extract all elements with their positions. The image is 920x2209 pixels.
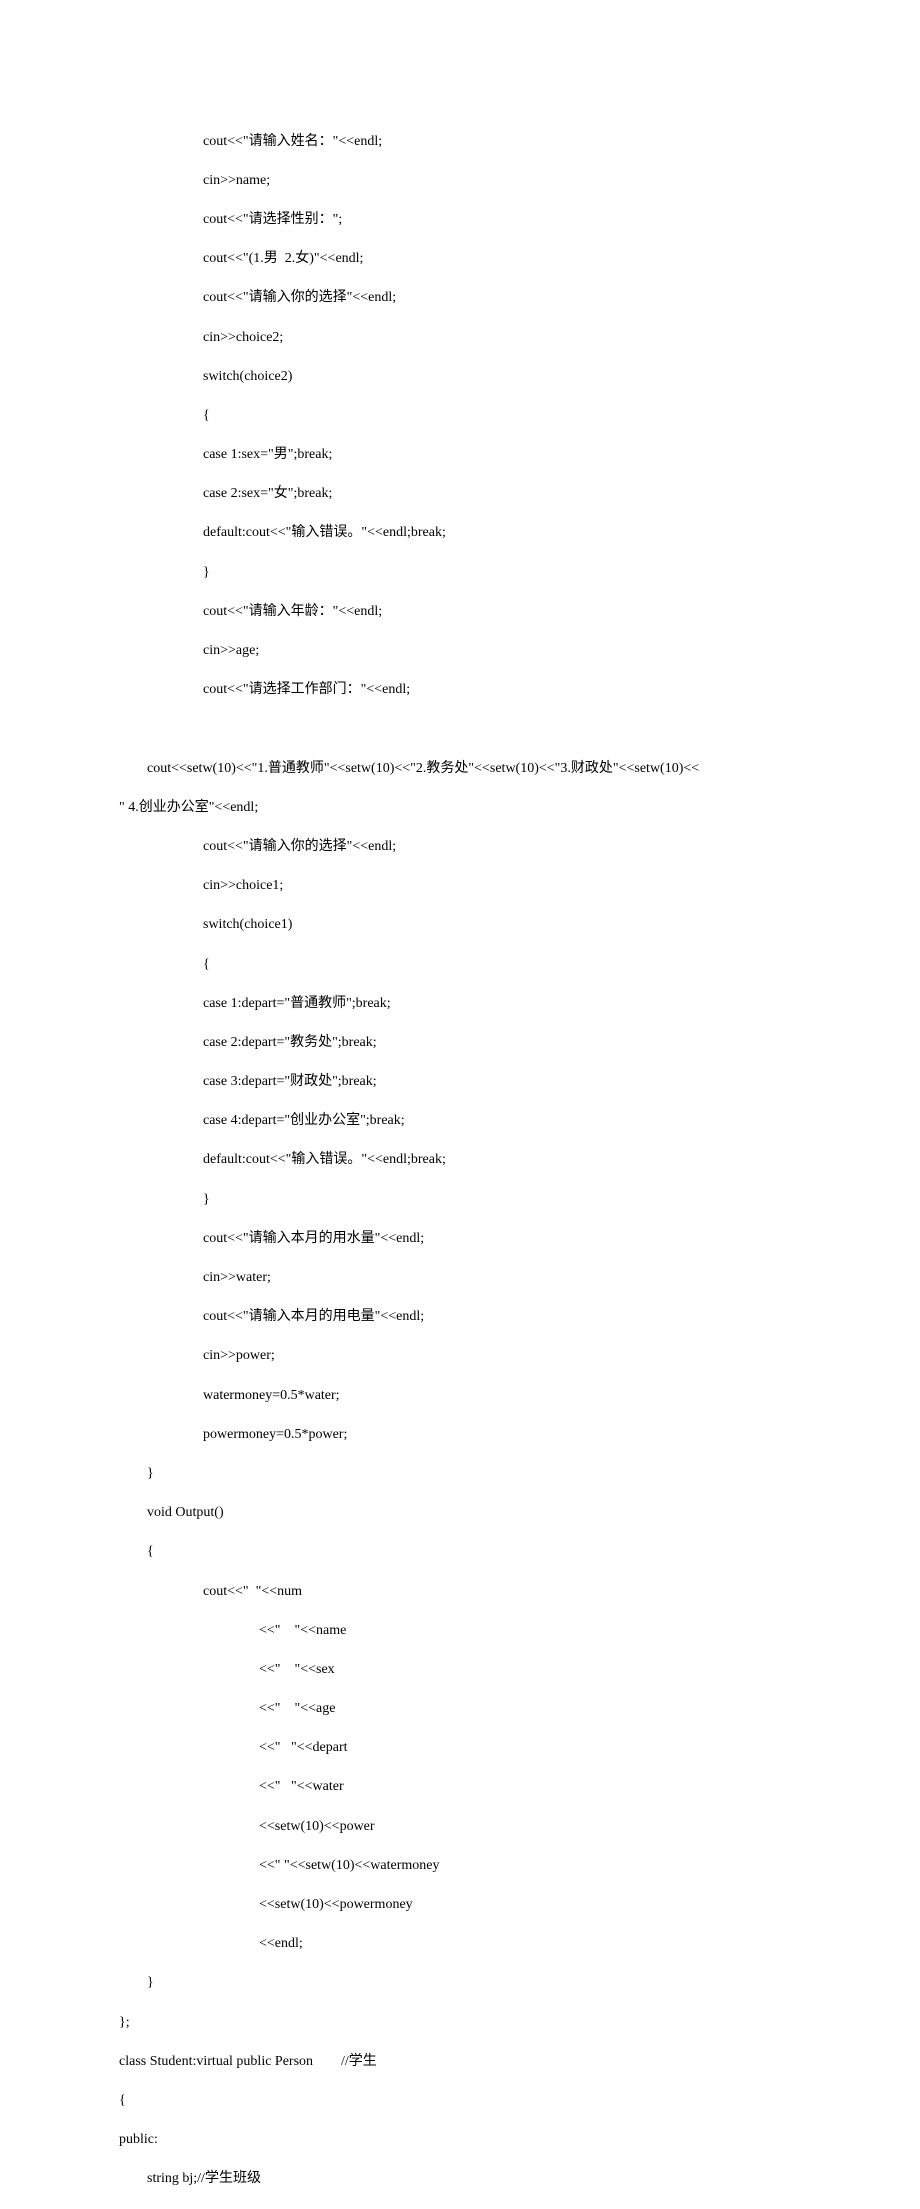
code-line: cout<<"请输入姓名："<<endl;: [119, 132, 920, 152]
code-line: class Student:virtual public Person //学生: [119, 2052, 920, 2072]
code-line: cout<<"(1.男 2.女)"<<endl;: [119, 249, 920, 269]
code-line: default:cout<<"输入错误。"<<endl;break;: [119, 1150, 920, 1170]
code-line: switch(choice1): [119, 915, 920, 935]
code-line: cout<<"请输入你的选择"<<endl;: [119, 837, 920, 857]
code-line: <<setw(10)<<power: [119, 1817, 920, 1837]
code-line: {: [119, 2091, 920, 2111]
code-line: <<" "<<name: [119, 1621, 920, 1641]
code-line: cout<<"请输入本月的用电量"<<endl;: [119, 1307, 920, 1327]
code-line: {: [119, 955, 920, 975]
code-line: cin>>name;: [119, 171, 920, 191]
code-line: <<" "<<setw(10)<<watermoney: [119, 1856, 920, 1876]
code-line: " 4.创业办公室"<<endl;: [119, 798, 920, 818]
code-line: void Output(): [119, 1503, 920, 1523]
code-line: cout<<setw(10)<<"1.普通教师"<<setw(10)<<"2.教…: [119, 759, 920, 779]
code-line: <<" "<<age: [119, 1699, 920, 1719]
code-line: case 3:depart="财政处";break;: [119, 1072, 920, 1092]
code-line: cin>>water;: [119, 1268, 920, 1288]
code-line: cout<<" "<<num: [119, 1582, 920, 1602]
code-line: case 4:depart="创业办公室";break;: [119, 1111, 920, 1131]
code-line: }: [119, 563, 920, 583]
code-line: switch(choice2): [119, 367, 920, 387]
code-line: cout<<"请输入年龄："<<endl;: [119, 602, 920, 622]
code-line: <<" "<<water: [119, 1777, 920, 1797]
code-line: case 2:sex="女";break;: [119, 484, 920, 504]
code-line: <<endl;: [119, 1934, 920, 1954]
code-line: cout<<"请输入你的选择"<<endl;: [119, 288, 920, 308]
code-line: {: [119, 1542, 920, 1562]
code-line: {: [119, 406, 920, 426]
code-line: string bj;//学生班级: [119, 2169, 920, 2189]
code-line: cout<<"请选择工作部门："<<endl;: [119, 680, 920, 700]
code-line: <<setw(10)<<powermoney: [119, 1895, 920, 1915]
code-line: };: [119, 2013, 920, 2033]
code-line: cin>>power;: [119, 1346, 920, 1366]
code-line: }: [119, 1190, 920, 1210]
code-line: case 1:sex="男";break;: [119, 445, 920, 465]
code-line: powermoney=0.5*power;: [119, 1425, 920, 1445]
code-line: case 1:depart="普通教师";break;: [119, 994, 920, 1014]
code-line: <<" "<<sex: [119, 1660, 920, 1680]
code-line: cin>>choice1;: [119, 876, 920, 896]
code-line: cout<<"请选择性别：";: [119, 210, 920, 230]
code-line: watermoney=0.5*water;: [119, 1386, 920, 1406]
code-line: cin>>choice2;: [119, 328, 920, 348]
code-line: public:: [119, 2130, 920, 2150]
code-line: cin>>age;: [119, 641, 920, 661]
code-document: cout<<"请输入姓名："<<endl; cin>>name; cout<<"…: [0, 0, 920, 2209]
code-line: <<" "<<depart: [119, 1738, 920, 1758]
code-line: }: [119, 1973, 920, 1993]
code-line: }: [119, 1464, 920, 1484]
code-line: case 2:depart="教务处";break;: [119, 1033, 920, 1053]
code-line: cout<<"请输入本月的用水量"<<endl;: [119, 1229, 920, 1249]
code-line: default:cout<<"输入错误。"<<endl;break;: [119, 523, 920, 543]
code-line: [119, 719, 920, 739]
